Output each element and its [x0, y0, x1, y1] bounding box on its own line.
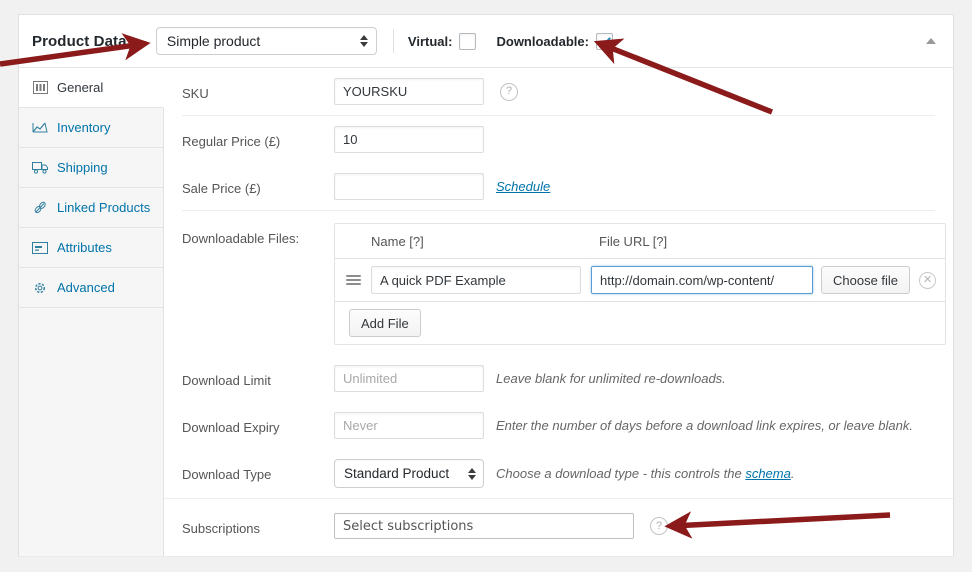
file-url-input[interactable]: http://domain.com/wp-content/	[591, 266, 813, 294]
table-row: A quick PDF Example http://domain.com/wp…	[335, 259, 945, 302]
subscriptions-field: Select subscriptions ?	[334, 513, 668, 539]
chevron-updown-icon	[360, 35, 368, 47]
regular-price-field: 10	[334, 126, 484, 153]
sku-label: SKU	[182, 78, 334, 103]
download-expiry-description: Enter the number of days before a downlo…	[496, 418, 913, 433]
download-expiry-field: Never Enter the number of days before a …	[334, 412, 913, 439]
regular-price-row: Regular Price (£) 10	[164, 116, 953, 163]
table-header-row: Name [?] File URL [?]	[335, 224, 945, 259]
schedule-link[interactable]: Schedule	[496, 179, 550, 194]
help-icon[interactable]: ?	[650, 517, 668, 535]
virtual-checkbox[interactable]	[459, 33, 476, 50]
download-limit-input[interactable]: Unlimited	[334, 365, 484, 392]
sidebar-item-label: Linked Products	[57, 200, 150, 215]
chart-icon	[31, 120, 49, 136]
sidebar-item-attributes[interactable]: Attributes	[19, 228, 163, 268]
regular-price-label: Regular Price (£)	[182, 126, 334, 151]
download-type-field: Standard Product Choose a download type …	[334, 459, 794, 488]
sale-price-label: Sale Price (£)	[182, 173, 334, 198]
choose-file-button[interactable]: Choose file	[821, 266, 910, 294]
download-type-row: Download Type Standard Product Choose a …	[164, 449, 953, 498]
downloadable-files-table: Name [?] File URL [?] A quick PDF Exampl…	[334, 223, 946, 345]
file-name-input[interactable]: A quick PDF Example	[371, 266, 581, 294]
regular-price-input[interactable]: 10	[334, 126, 484, 153]
remove-circle-icon[interactable]: ✕	[919, 272, 936, 289]
sidebar-item-label: Attributes	[57, 240, 112, 255]
gear-icon	[31, 280, 49, 296]
subscriptions-label: Subscriptions	[182, 513, 334, 538]
sidebar-item-label: General	[57, 80, 103, 95]
download-expiry-input[interactable]: Never	[334, 412, 484, 439]
product-data-panel: Product Data — Simple product Virtual: D…	[18, 14, 954, 556]
sidebar-item-linked-products[interactable]: Linked Products	[19, 188, 163, 228]
virtual-checkbox-group: Virtual:	[408, 33, 477, 50]
download-type-description-suffix: .	[791, 466, 795, 481]
sale-price-field: Schedule	[334, 173, 550, 200]
sku-field: YOURSKU ?	[334, 78, 518, 105]
downloadable-files-row: Downloadable Files: Name [?] File URL [?…	[164, 211, 953, 355]
sidebar-item-advanced[interactable]: Advanced	[19, 268, 163, 308]
sidebar-item-label: Advanced	[57, 280, 115, 295]
sale-price-input[interactable]	[334, 173, 484, 200]
download-type-value: Standard Product	[344, 466, 464, 481]
download-type-label: Download Type	[182, 459, 334, 484]
subscriptions-input[interactable]: Select subscriptions	[334, 513, 634, 539]
downloadable-files-label: Downloadable Files:	[182, 223, 334, 248]
page-title: Product Data —	[32, 33, 146, 50]
downloadable-checkbox[interactable]	[596, 33, 613, 50]
sku-row: SKU YOURSKU ?	[164, 68, 953, 115]
sidebar-item-label: Shipping	[57, 160, 108, 175]
product-data-tabs: General Inventory Shipping Linked Produc…	[19, 68, 164, 556]
download-limit-description: Leave blank for unlimited re-downloads.	[496, 371, 726, 386]
virtual-label: Virtual:	[408, 34, 453, 49]
column-header-name: Name [?]	[371, 234, 599, 249]
download-limit-field: Unlimited Leave blank for unlimited re-d…	[334, 365, 726, 392]
download-limit-label: Download Limit	[182, 365, 334, 390]
sidebar-item-shipping[interactable]: Shipping	[19, 148, 163, 188]
download-expiry-label: Download Expiry	[182, 412, 334, 437]
sidebar-item-label: Inventory	[57, 120, 110, 135]
sku-input[interactable]: YOURSKU	[334, 78, 484, 105]
link-icon	[31, 200, 49, 216]
sale-price-row: Sale Price (£) Schedule	[164, 163, 953, 210]
product-type-select[interactable]: Simple product	[156, 27, 377, 55]
sidebar-item-inventory[interactable]: Inventory	[19, 108, 163, 148]
truck-icon	[31, 160, 49, 176]
table-footer-row: Add File	[335, 302, 945, 344]
downloadable-label: Downloadable:	[496, 34, 588, 49]
triangle-up-icon[interactable]	[923, 33, 939, 49]
add-file-button[interactable]: Add File	[349, 309, 421, 337]
downloadable-checkbox-group: Downloadable:	[496, 33, 612, 50]
form-icon	[31, 240, 49, 256]
download-type-description-text: Choose a download type - this controls t…	[496, 466, 745, 481]
product-type-value: Simple product	[167, 33, 356, 49]
drag-handle-icon[interactable]	[335, 273, 371, 287]
panel-header: Product Data — Simple product Virtual: D…	[19, 15, 953, 68]
sliders-icon	[31, 80, 49, 96]
column-header-url: File URL [?]	[599, 234, 945, 249]
panel-body: General Inventory Shipping Linked Produc…	[19, 68, 953, 556]
download-type-select[interactable]: Standard Product	[334, 459, 484, 488]
schema-link[interactable]: schema	[745, 466, 791, 481]
chevron-updown-icon	[468, 468, 476, 480]
download-type-description: Choose a download type - this controls t…	[496, 466, 794, 481]
download-limit-row: Download Limit Unlimited Leave blank for…	[164, 355, 953, 402]
help-icon[interactable]: ?	[500, 83, 518, 101]
download-expiry-row: Download Expiry Never Enter the number o…	[164, 402, 953, 449]
general-tab-panel: SKU YOURSKU ? Regular Price (£) 10 Sale …	[164, 68, 953, 556]
subscriptions-row: Subscriptions Select subscriptions ?	[164, 499, 953, 549]
sidebar-item-general[interactable]: General	[19, 68, 164, 108]
header-divider	[393, 29, 394, 53]
